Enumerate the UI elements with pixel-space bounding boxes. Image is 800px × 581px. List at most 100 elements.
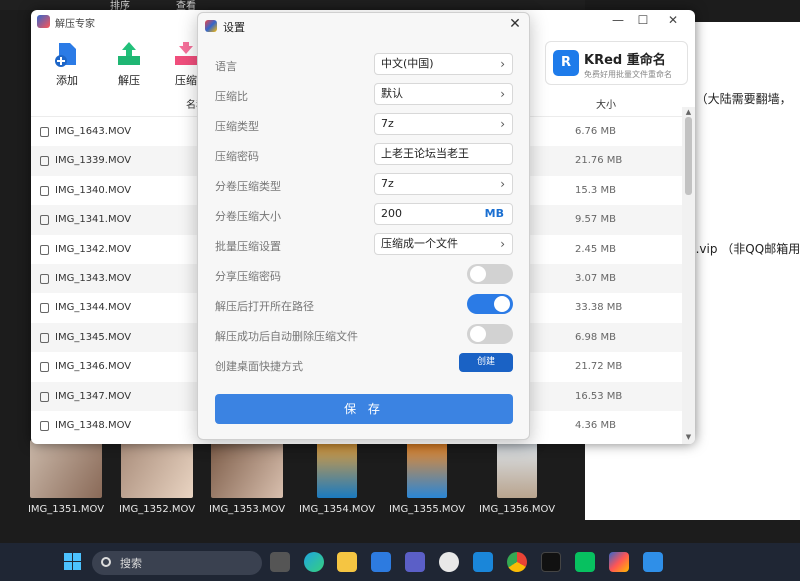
video-thumbnail[interactable]: IMG_1355.MOV	[387, 440, 467, 515]
split-size-label: 分卷压缩大小	[215, 210, 281, 223]
vertical-scrollbar[interactable]: ▲ ▼	[682, 107, 695, 444]
task-view-icon[interactable]	[270, 552, 290, 572]
file-name: IMG_1341.MOV	[55, 214, 132, 226]
chevron-right-icon: ›	[500, 57, 505, 71]
scroll-down-icon[interactable]: ▼	[682, 433, 695, 441]
extract-icon	[115, 40, 143, 68]
toggle-knob	[470, 326, 486, 342]
chrome-icon[interactable]	[507, 552, 527, 572]
extractor-app-icon[interactable]	[609, 552, 629, 572]
minimize-icon[interactable]: —	[604, 13, 632, 27]
ratio-select[interactable]: 默认 ›	[374, 83, 513, 105]
kred-logo-icon: R	[553, 50, 579, 76]
column-header-size[interactable]: 大小	[530, 95, 682, 117]
video-file-icon	[40, 303, 49, 314]
thumbnail-label: IMG_1355.MOV	[388, 504, 466, 515]
kred-ad-banner[interactable]: R KRed 重命名 免费好用批量文件重命名	[545, 41, 688, 85]
thumbnail-label: IMG_1351.MOV	[27, 504, 105, 515]
app-logo-icon	[37, 15, 50, 28]
video-thumbnail[interactable]: IMG_1351.MOV	[26, 440, 106, 515]
share-password-toggle[interactable]	[467, 264, 513, 284]
split-size-input[interactable]: 200 MB	[374, 203, 513, 225]
thumbnail-image	[407, 440, 447, 498]
file-name: IMG_1344.MOV	[55, 302, 132, 314]
file-size: 21.72 MB	[575, 361, 623, 373]
thumbnail-label: IMG_1353.MOV	[208, 504, 286, 515]
extract-button[interactable]: 解压	[104, 40, 154, 88]
auto-delete-label: 解压成功后自动删除压缩文件	[215, 330, 358, 343]
file-size: 16.53 MB	[575, 390, 623, 402]
type-select[interactable]: 7z ›	[374, 113, 513, 135]
thumbnail-label: IMG_1354.MOV	[298, 504, 376, 515]
password-label: 压缩密码	[215, 150, 259, 163]
password-value: 上老王论坛当老王	[381, 147, 469, 160]
file-size: 9.57 MB	[575, 214, 616, 226]
split-size-unit[interactable]: MB	[485, 204, 504, 224]
kred-subtitle: 免费好用批量文件重命名	[584, 70, 672, 79]
type-label: 压缩类型	[215, 120, 259, 133]
open-path-toggle[interactable]	[467, 294, 513, 314]
close-icon[interactable]: ✕	[659, 13, 687, 27]
save-button[interactable]: 保 存	[215, 394, 513, 424]
scroll-up-icon[interactable]: ▲	[682, 108, 695, 116]
extract-label: 解压	[118, 74, 140, 87]
batch-select[interactable]: 压缩成一个文件 ›	[374, 233, 513, 255]
video-file-icon	[40, 244, 49, 255]
split-size-value: 200	[381, 207, 402, 220]
password-input[interactable]: 上老王论坛当老王	[374, 143, 513, 165]
mail-icon[interactable]	[371, 552, 391, 572]
dialog-title: 设置	[223, 21, 245, 34]
file-explorer-icon[interactable]	[337, 552, 357, 572]
doc-line-1: p（大陆需要翻墙，	[688, 92, 792, 106]
video-file-icon	[40, 332, 49, 343]
toggle-knob	[470, 266, 486, 282]
baidu-netdisk-icon[interactable]	[643, 552, 663, 572]
file-size: 21.76 MB	[575, 155, 623, 167]
scrollbar-thumb[interactable]	[685, 117, 692, 195]
thumbnail-image	[497, 440, 537, 498]
maximize-icon[interactable]: ☐	[629, 13, 657, 27]
split-type-select[interactable]: 7z ›	[374, 173, 513, 195]
doc-line-2: g.vip （非QQ邮箱用	[688, 242, 800, 256]
file-name: IMG_1345.MOV	[55, 331, 132, 343]
tiktok-icon[interactable]	[541, 552, 561, 572]
video-thumbnail[interactable]: IMG_1352.MOV	[117, 440, 197, 515]
batch-value: 压缩成一个文件	[381, 237, 458, 250]
video-file-icon	[40, 185, 49, 196]
dialog-close-icon[interactable]: ✕	[507, 16, 523, 32]
shortcut-label: 创建桌面快捷方式	[215, 360, 303, 373]
windows-start-icon[interactable]	[64, 553, 82, 571]
teams-icon[interactable]	[405, 552, 425, 572]
language-select[interactable]: 中文(中国) ›	[374, 53, 513, 75]
video-thumbnail[interactable]: IMG_1356.MOV	[477, 440, 557, 515]
settings-dialog: 设置 ✕ 语言 中文(中国) › 压缩比 默认 › 压缩类型 7z › 压缩密码…	[197, 12, 530, 440]
vscode-icon[interactable]	[473, 552, 493, 572]
ratio-label: 压缩比	[215, 90, 248, 103]
wechat-icon[interactable]	[575, 552, 595, 572]
thumbnail-image	[211, 440, 283, 498]
file-name: IMG_1340.MOV	[55, 184, 132, 196]
app-title: 解压专家	[55, 19, 95, 30]
video-file-icon	[40, 362, 49, 373]
create-shortcut-button[interactable]: 创建	[459, 353, 513, 372]
app-icon[interactable]	[439, 552, 459, 572]
compress-icon	[172, 40, 200, 68]
type-value: 7z	[381, 117, 394, 130]
ratio-value: 默认	[381, 87, 403, 100]
video-thumbnail[interactable]: IMG_1354.MOV	[297, 440, 377, 515]
edge-icon[interactable]	[304, 552, 324, 572]
taskbar-search[interactable]: 搜索	[92, 551, 262, 575]
thumbnail-label: IMG_1352.MOV	[118, 504, 196, 515]
video-thumbnail[interactable]: IMG_1353.MOV	[207, 440, 287, 515]
thumbnail-image	[30, 440, 102, 498]
chevron-right-icon: ›	[500, 117, 505, 131]
video-file-icon	[40, 391, 49, 402]
split-type-value: 7z	[381, 177, 394, 190]
file-size: 4.36 MB	[575, 420, 616, 431]
add-label: 添加	[56, 74, 78, 87]
auto-delete-toggle[interactable]	[467, 324, 513, 344]
compress-label: 压缩	[175, 74, 197, 87]
thumbnail-image	[317, 440, 357, 498]
add-button[interactable]: 添加	[42, 40, 92, 88]
file-name: IMG_1643.MOV	[55, 126, 132, 137]
